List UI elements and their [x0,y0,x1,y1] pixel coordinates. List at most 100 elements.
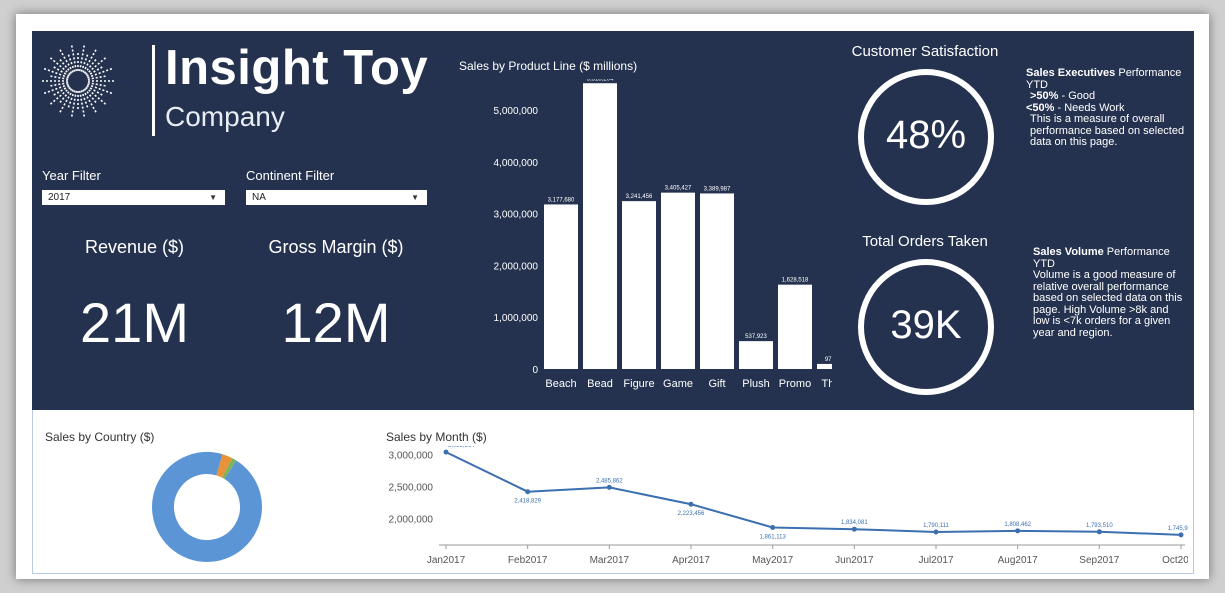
line-point [688,501,694,507]
bar-data-label: 3,389,987 [704,186,731,192]
line-data-label: 1,808,462 [1004,522,1031,528]
y-tick-label: 2,000,000 [494,261,539,272]
x-category-label: Promo [779,378,811,390]
sunburst-ray [82,49,97,73]
y-tick-label: 2,500,000 [389,482,434,493]
year-filter-value: 2017 [48,192,71,203]
total-orders-label: Total Orders Taken [862,233,988,250]
revenue-label: Revenue ($) [84,237,185,257]
x-category-label: Jun2017 [835,555,874,566]
revenue-value: 21M [80,291,189,354]
sunburst-ray [82,89,97,113]
sunburst-ray [67,90,76,108]
x-category-label: May2017 [752,555,794,566]
needs-work-threshold: <50% [1026,101,1055,114]
bar-data-label: 3,241,456 [626,194,653,200]
sales-exec-body: This is a measure of overall performance… [1030,113,1185,148]
line-point [525,489,531,495]
x-category-label: Bead [587,378,613,390]
good-threshold-text: - Good [1058,90,1096,102]
year-filter-label: Year Filter [42,168,101,183]
sunburst-ray [87,81,106,87]
x-category-label: Jul2017 [918,555,953,566]
line-point [770,524,776,530]
bar [739,341,773,369]
sales-exec-note: Sales Executives Performance YTD >50% - … [1026,67,1186,149]
brand-title: Insight Toy [165,41,429,95]
bar [778,284,812,369]
good-threshold: >50% [1030,90,1059,102]
bar [544,204,578,369]
x-category-label: Apr2017 [672,555,710,566]
bar [622,201,656,369]
x-category-label: Oct2017 [1162,555,1188,566]
y-tick-label: 1,000,000 [494,313,539,324]
y-tick-label: 0 [532,365,538,376]
continent-filter-label: Continent Filter [246,168,335,183]
y-tick-label: 3,000,000 [494,210,539,221]
bar [661,192,695,369]
sales-volume-body: Volume is a good measure of relative ove… [1033,269,1183,339]
line-point [606,484,612,490]
y-tick-label: 4,000,000 [494,158,539,169]
line-data-label: 3,035,564 [448,446,475,449]
bar-data-label: 5,518,204 [587,79,614,82]
continent-filter-select[interactable]: NA ▼ [246,190,427,205]
bar-data-label: 97,743 [825,357,832,363]
line-data-label: 1,745,950 [1168,526,1188,532]
y-tick-label: 2,000,000 [389,515,434,526]
y-tick-label: 3,000,000 [389,450,434,461]
year-filter-select[interactable]: 2017 ▼ [42,190,225,205]
sunburst-ray [80,90,89,108]
line-point [443,449,449,455]
x-category-label: Thrift [821,378,832,390]
line-point [1015,528,1021,534]
dashboard-top-panel: Insight Toy Company Year Filter 2017 ▼ C… [32,31,1194,410]
x-category-label: Beach [545,378,576,390]
x-category-label: Figure [623,378,654,390]
bar [700,193,734,369]
customer-satisfaction-label: Customer Satisfaction [851,43,999,60]
bar-data-label: 3,177,680 [548,197,575,203]
sales-exec-heading: Sales Executives [1026,67,1116,79]
country-donut-chart [152,452,262,562]
bar [583,83,617,369]
dashboard-bottom-panel: Sales by Country ($) Sales by Month ($) … [32,410,1194,574]
needs-work-threshold-text: - Needs Work [1054,101,1125,114]
sales-volume-heading: Sales Volume [1033,246,1104,258]
line-point [1178,532,1184,538]
donut-slice [152,452,262,562]
sunburst-ray [67,54,76,72]
y-tick-label: 5,000,000 [494,106,539,117]
x-category-label: Feb2017 [508,555,548,566]
brand-subtitle: Company [165,101,285,132]
line-data-label: 1,834,081 [841,520,868,526]
sunburst-logo-icon [42,45,114,117]
line-point [1096,529,1102,535]
customer-satisfaction-value: 48% [885,113,967,157]
chevron-down-icon: ▼ [209,193,217,202]
x-category-label: Jan2017 [427,555,466,566]
month-chart-title: Sales by Month ($) [386,430,487,444]
sunburst-ray [50,81,69,87]
chevron-down-icon: ▼ [411,193,419,202]
product-line-chart-title: Sales by Product Line ($ millions) [459,59,638,73]
series-line [445,451,1182,536]
line-data-label: 1,861,113 [760,534,787,540]
sunburst-ray [80,54,89,72]
line-data-label: 2,418,829 [514,499,541,505]
sunburst-ray [59,49,74,73]
line-data-label: 2,223,456 [678,511,705,517]
gross-margin-label: Gross Margin ($) [268,237,404,257]
line-point [933,529,939,535]
sunburst-ray [59,89,74,113]
continent-filter-value: NA [252,192,266,203]
country-chart-title: Sales by Country ($) [45,430,155,444]
bar [817,363,832,369]
sunburst-ray [50,75,69,81]
x-category-label: Mar2017 [590,555,630,566]
x-category-label: Gift [708,378,725,390]
product-line-bar-chart: 0 1,000,000 2,000,000 3,000,000 4,000,000 5,0… [494,79,832,390]
month-line-chart: 2,000,000 2,500,000 3,000,000 3,035,564 Jan2… [389,446,1189,566]
total-orders-value: 39K [890,303,962,347]
